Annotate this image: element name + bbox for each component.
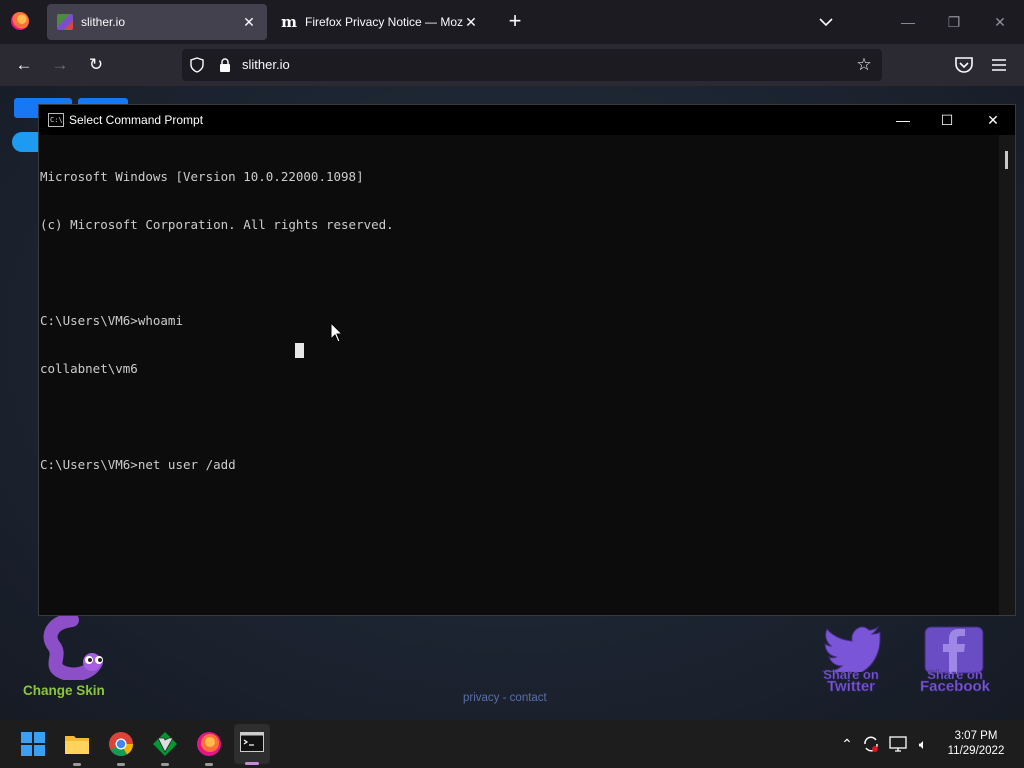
cmd-maximize-icon[interactable]: ☐ <box>932 109 962 131</box>
url-bar[interactable]: slither.io ☆ <box>182 49 882 81</box>
cmd-scrollbar-thumb[interactable] <box>1005 151 1008 169</box>
sync-icon[interactable] <box>861 734 881 754</box>
close-tab-icon[interactable]: ✕ <box>241 14 257 30</box>
browser-navbar: ← → ↻ slither.io ☆ <box>0 44 1024 86</box>
lock-icon[interactable] <box>218 57 232 73</box>
slither-favicon-icon <box>57 14 73 30</box>
cmd-line: C:\Users\VM6>whoami <box>40 313 183 328</box>
active-indicator <box>245 762 259 765</box>
running-indicator <box>117 763 125 766</box>
minimize-icon[interactable]: — <box>898 12 918 32</box>
text-cursor <box>295 343 304 358</box>
twitter-bird-icon <box>822 626 881 672</box>
vim-icon[interactable] <box>152 731 178 757</box>
show-hidden-icons-icon[interactable]: ⌃ <box>837 734 857 754</box>
cmd-taskbar-icon <box>240 732 264 752</box>
forward-icon[interactable]: → <box>49 54 71 76</box>
change-skin-label: Change Skin <box>23 683 105 698</box>
firefox-taskbar-icon[interactable] <box>196 731 222 757</box>
share-facebook-line2: Facebook <box>919 678 991 695</box>
cmd-taskbar-button[interactable] <box>234 724 270 765</box>
running-indicator <box>73 763 81 766</box>
clock-time: 3:07 PM <box>954 730 998 742</box>
list-all-tabs-icon[interactable] <box>816 12 836 32</box>
clock-date: 11/29/2022 <box>947 745 1005 757</box>
url-text[interactable]: slither.io <box>242 57 290 72</box>
browser-tabbar: slither.io ✕ m Firefox Privacy Notice — … <box>0 0 1024 44</box>
share-on-facebook-button[interactable]: Share on Facebook <box>914 626 996 698</box>
snake-skin-icon <box>43 616 103 680</box>
volume-icon[interactable]: 🔈︎ <box>913 734 933 754</box>
taskbar: ⌃ 🔈︎ 3:07 PM 11/29/2022 <box>0 720 1024 768</box>
mozilla-favicon-icon: m <box>281 13 297 31</box>
footer-links: privacy - contact <box>463 692 547 704</box>
running-indicator <box>161 763 169 766</box>
tab-title: Firefox Privacy Notice — Mozill <box>305 15 463 29</box>
pocket-icon[interactable] <box>954 56 974 74</box>
cmd-line <box>40 265 1001 281</box>
chrome-icon[interactable] <box>108 731 134 757</box>
file-explorer-icon[interactable] <box>64 731 90 757</box>
cmd-line: C:\Users\VM6>net user /add <box>40 457 236 472</box>
cmd-scrollbar[interactable] <box>999 135 1015 615</box>
running-indicator <box>205 763 213 766</box>
windows-start-icon[interactable] <box>20 731 46 757</box>
bookmark-star-icon[interactable]: ☆ <box>854 55 874 75</box>
share-twitter-line2: Twitter <box>826 678 876 695</box>
cmd-line: (c) Microsoft Corporation. All rights re… <box>40 217 394 232</box>
tab-title: slither.io <box>81 15 126 29</box>
close-tab-icon[interactable]: ✕ <box>463 14 479 30</box>
cmd-close-icon[interactable]: ✕ <box>978 109 1008 131</box>
restore-icon[interactable]: ❐ <box>944 12 964 32</box>
cmd-app-icon[interactable]: C:\ <box>48 113 64 127</box>
tab-slither[interactable]: slither.io ✕ <box>47 4 267 40</box>
share-on-twitter-button[interactable]: Share on Twitter <box>814 626 888 696</box>
close-window-icon[interactable]: ✕ <box>990 12 1010 32</box>
cmd-title: Select Command Prompt <box>69 113 204 127</box>
cmd-line: collabnet\vm6 <box>40 361 138 376</box>
network-icon[interactable] <box>888 734 908 754</box>
cmd-line: Microsoft Windows [Version 10.0.22000.10… <box>40 169 364 184</box>
back-icon[interactable]: ← <box>13 54 35 76</box>
reload-icon[interactable]: ↻ <box>85 54 107 76</box>
command-prompt-window[interactable]: C:\ Select Command Prompt — ☐ ✕ Microsof… <box>38 104 1016 616</box>
new-tab-icon[interactable]: + <box>504 10 526 32</box>
tab-privacy-notice[interactable]: m Firefox Privacy Notice — Mozill ✕ <box>271 4 489 40</box>
cmd-line <box>40 409 1001 425</box>
cmd-output[interactable]: Microsoft Windows [Version 10.0.22000.10… <box>39 135 1001 615</box>
system-clock[interactable]: 3:07 PM 11/29/2022 <box>940 729 1012 759</box>
cmd-minimize-icon[interactable]: — <box>888 109 918 131</box>
change-skin-button[interactable]: Change Skin <box>20 616 120 706</box>
privacy-link[interactable]: privacy <box>463 692 499 704</box>
mouse-pointer-icon <box>330 322 344 343</box>
contact-link[interactable]: contact <box>510 692 547 704</box>
firefox-menu-icon[interactable] <box>11 12 29 30</box>
cmd-titlebar[interactable]: C:\ Select Command Prompt — ☐ ✕ <box>39 105 1015 135</box>
footer-separator: - <box>499 692 510 704</box>
tracking-shield-icon[interactable] <box>190 57 204 73</box>
app-menu-icon[interactable] <box>990 56 1008 74</box>
